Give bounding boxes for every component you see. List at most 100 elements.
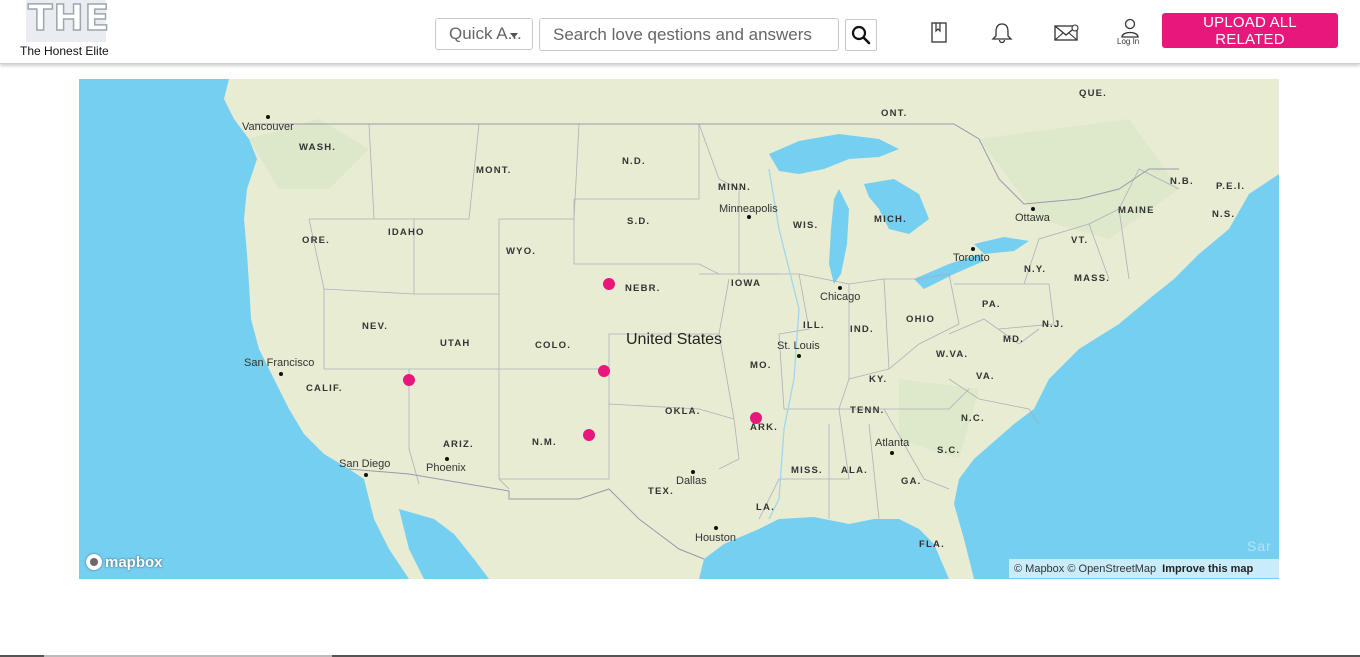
city-label: Toronto	[953, 252, 990, 264]
map-container[interactable]: United States WASH. ORE. IDAHO MONT. WYO…	[79, 79, 1279, 579]
state-label: MICH.	[874, 214, 907, 225]
state-label: IOWA	[731, 278, 762, 289]
city-dot	[364, 473, 368, 477]
city-dot	[971, 247, 975, 251]
city-label: Phoenix	[426, 462, 466, 474]
state-label: IDAHO	[388, 227, 425, 238]
city-label: Minneapolis	[719, 203, 778, 215]
state-label: W.VA.	[936, 349, 969, 360]
state-label: GA.	[901, 476, 922, 487]
state-label: IND.	[850, 324, 874, 335]
state-label: FLA.	[919, 539, 945, 550]
city-dot	[691, 470, 695, 474]
mapbox-logo[interactable]: mapbox	[86, 552, 163, 572]
site-logo[interactable]: THE The Honest Elite	[20, 0, 110, 60]
state-label: COLO.	[535, 340, 572, 351]
state-label: MD.	[1003, 334, 1025, 345]
state-label: ARIZ.	[443, 439, 474, 450]
sea-label: Sar	[1247, 538, 1272, 554]
state-label: LA.	[756, 502, 775, 513]
map-marker[interactable]	[750, 412, 762, 424]
chevron-down-icon	[510, 33, 518, 38]
envelope-icon	[1054, 24, 1079, 41]
city-label: San Francisco	[244, 357, 315, 369]
bell-icon	[991, 23, 1013, 44]
state-label: ONT.	[881, 108, 908, 119]
improve-map-link[interactable]: Improve this map	[1162, 563, 1253, 575]
map-marker[interactable]	[603, 278, 615, 290]
notifications-button[interactable]	[988, 18, 1016, 48]
state-label: WYO.	[506, 246, 537, 257]
attribution-text[interactable]: © Mapbox © OpenStreetMap	[1014, 563, 1156, 575]
state-label: NEBR.	[625, 283, 661, 294]
city-label: Atlanta	[875, 437, 910, 449]
state-label: N.Y.	[1024, 264, 1047, 275]
quick-access-select[interactable]: Quick A...	[435, 18, 533, 50]
city-dot	[1031, 207, 1035, 211]
map-marker[interactable]	[403, 374, 415, 386]
state-label: WIS.	[793, 220, 819, 231]
state-label: VT.	[1071, 235, 1089, 246]
state-label: ALA.	[841, 465, 868, 476]
map-basemap	[224, 79, 1279, 579]
login-label[interactable]: Log In	[1117, 37, 1139, 46]
upload-all-related-button[interactable]: UPLOAD ALL RELATED	[1162, 13, 1338, 48]
state-label: ORE.	[302, 235, 331, 246]
mapbox-logo-text: mapbox	[105, 553, 163, 571]
state-label: N.C.	[961, 413, 985, 424]
city-dot	[797, 354, 801, 358]
state-label: P.E.I.	[1216, 181, 1246, 192]
city-label: Chicago	[820, 291, 861, 303]
city-dot	[747, 215, 751, 219]
logo-text: The Honest Elite	[20, 44, 109, 58]
top-navbar: THE The Honest Elite Quick A... Search l…	[0, 0, 1360, 64]
messages-button[interactable]	[1052, 18, 1080, 48]
state-label: OHIO	[906, 314, 936, 325]
mapbox-icon	[86, 554, 102, 570]
city-dot	[714, 526, 718, 530]
city-label: St. Louis	[777, 340, 820, 352]
state-label: CALIF.	[306, 383, 343, 394]
city-dot	[890, 451, 894, 455]
state-label: TEX.	[648, 486, 674, 497]
city-dot	[838, 286, 842, 290]
state-label: S.C.	[937, 445, 961, 456]
state-label: WASH.	[299, 142, 337, 153]
state-label: QUE.	[1079, 88, 1108, 99]
state-label: VA.	[976, 371, 995, 382]
state-label: NEV.	[362, 321, 389, 332]
logo-mark-text: THE	[27, 0, 111, 40]
state-label: UTAH	[440, 338, 471, 349]
logo-mark: THE	[26, 0, 110, 42]
city-dot	[266, 115, 270, 119]
city-label: Ottawa	[1015, 212, 1050, 224]
country-label: United States	[626, 331, 723, 348]
map-attribution: © Mapbox © OpenStreetMap Improve this ma…	[1009, 559, 1279, 578]
state-label: KY.	[869, 374, 888, 385]
search-button[interactable]	[845, 19, 877, 51]
map-marker[interactable]	[583, 429, 595, 441]
state-label: S.D.	[627, 216, 651, 227]
city-label: Dallas	[676, 475, 707, 487]
state-label: N.S.	[1212, 209, 1236, 220]
bookmark-button[interactable]	[925, 18, 953, 48]
map-marker[interactable]	[598, 365, 610, 377]
state-label: OKLA.	[665, 406, 701, 417]
search-input[interactable]	[539, 18, 839, 51]
city-label: San Diego	[339, 458, 391, 470]
state-label: PA.	[982, 299, 1001, 310]
state-label: N.M.	[532, 437, 557, 448]
city-dot	[279, 372, 283, 376]
city-dot	[445, 457, 449, 461]
state-label: ILL.	[803, 320, 825, 331]
state-label: N.J.	[1042, 319, 1065, 330]
search-icon	[851, 25, 871, 45]
state-label: MAINE	[1118, 205, 1155, 216]
state-label: MINN.	[718, 182, 751, 193]
state-label: TENN.	[850, 405, 885, 416]
state-label: MO.	[750, 360, 772, 371]
state-label: MONT.	[476, 165, 512, 176]
state-label: N.B.	[1170, 176, 1194, 187]
state-label: MASS.	[1074, 273, 1111, 284]
state-label: MISS.	[791, 465, 823, 476]
